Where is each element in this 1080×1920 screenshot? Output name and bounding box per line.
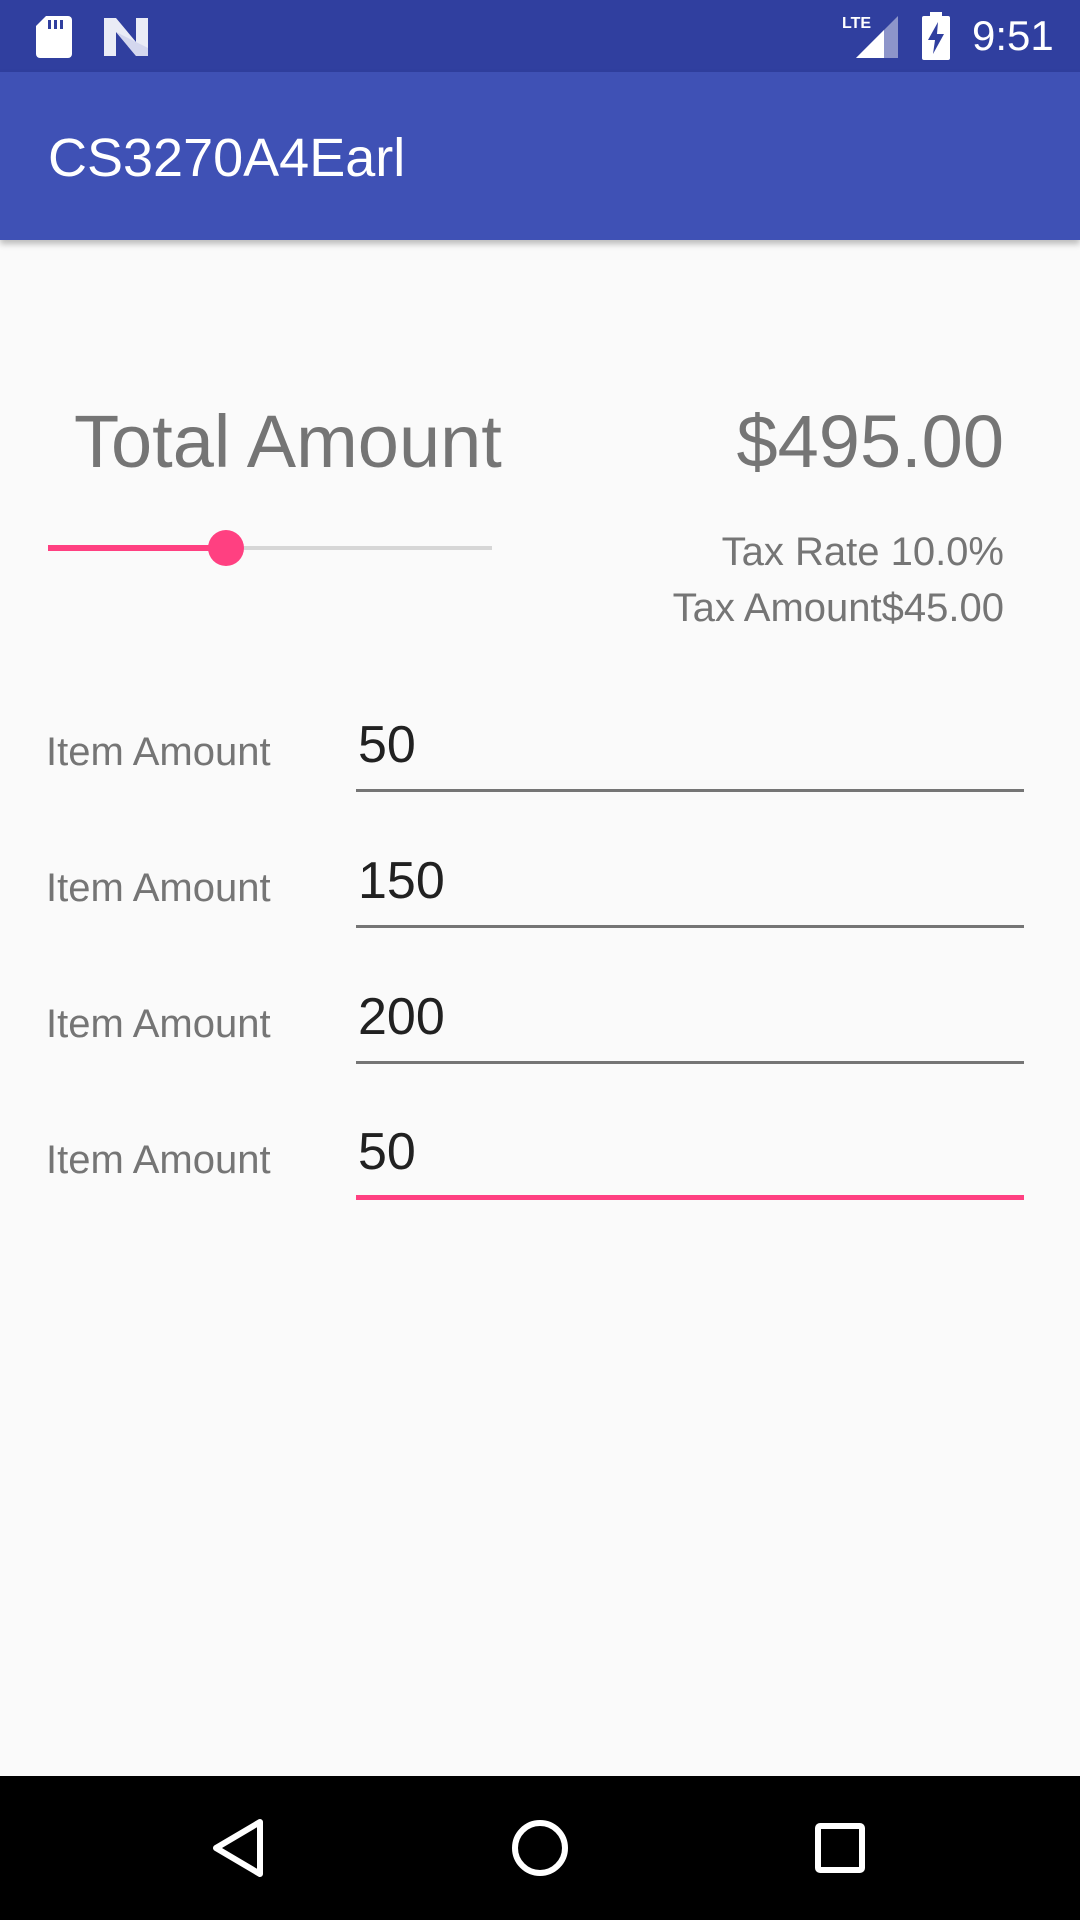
item-row: Item Amount — [0, 1108, 1080, 1228]
app-bar: CS3270A4Earl — [0, 72, 1080, 240]
item-amount-label: Item Amount — [46, 1138, 271, 1182]
lte-signal-icon: LTE — [842, 15, 898, 58]
tax-amount-text: Tax Amount$45.00 — [672, 586, 1004, 630]
total-amount-label: Total Amount — [74, 400, 502, 483]
recents-icon[interactable] — [804, 1812, 876, 1884]
home-icon[interactable] — [504, 1812, 576, 1884]
item-amount-input[interactable] — [356, 972, 1024, 1064]
total-amount-value: $495.00 — [736, 400, 1005, 483]
item-row: Item Amount — [0, 972, 1080, 1092]
tax-rate-text: Tax Rate 10.0% — [721, 530, 1004, 574]
slider-thumb[interactable] — [208, 530, 244, 566]
back-icon[interactable] — [204, 1812, 276, 1884]
status-clock: 9:51 — [972, 12, 1054, 59]
item-row: Item Amount — [0, 700, 1080, 820]
app-title: CS3270A4Earl — [48, 128, 406, 188]
item-amount-label: Item Amount — [46, 1002, 271, 1046]
n-notification-icon — [104, 18, 148, 56]
status-bar: LTE 9:51 — [0, 0, 1080, 72]
battery-charging-icon — [922, 12, 950, 60]
item-amount-input[interactable] — [356, 700, 1024, 792]
tax-rate-slider[interactable] — [48, 528, 492, 568]
sd-card-icon — [36, 16, 72, 58]
screen: LTE 9:51 CS3270A4Earl Total Amount $495.… — [0, 0, 1080, 1920]
item-amount-input[interactable] — [356, 836, 1024, 928]
navigation-bar — [0, 1776, 1080, 1920]
item-amount-input[interactable] — [356, 1108, 1024, 1200]
svg-text:LTE: LTE — [842, 15, 871, 32]
item-row: Item Amount — [0, 836, 1080, 956]
item-amount-label: Item Amount — [46, 730, 271, 774]
slider-fill — [48, 545, 226, 551]
item-amount-label: Item Amount — [46, 866, 271, 910]
